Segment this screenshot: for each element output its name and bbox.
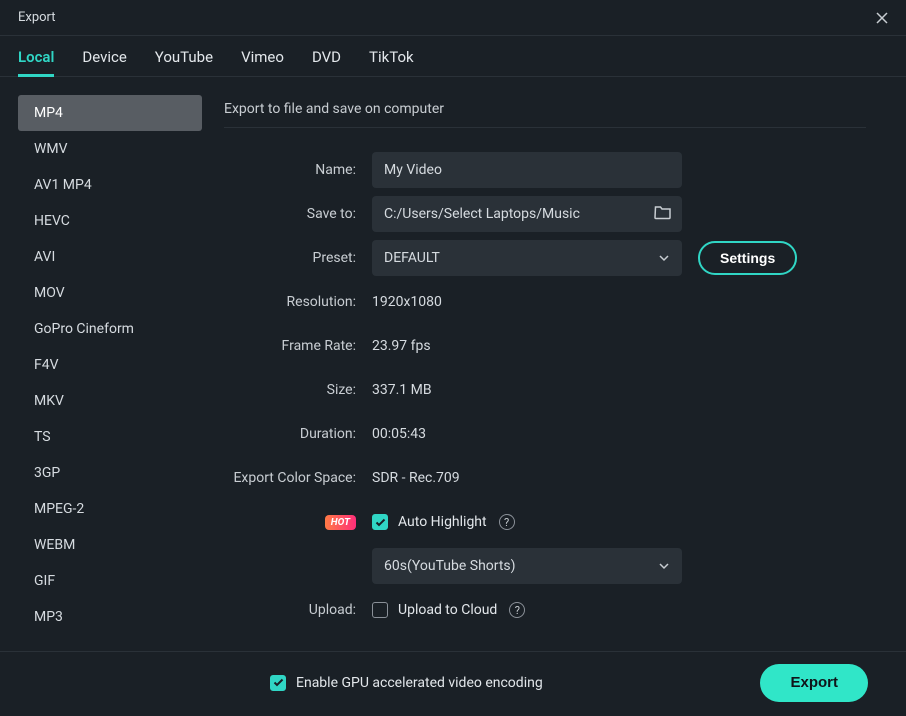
value-size: 337.1 MB bbox=[372, 382, 432, 398]
tab-tiktok[interactable]: TikTok bbox=[369, 48, 414, 76]
settings-button[interactable]: Settings bbox=[698, 241, 797, 275]
tab-youtube[interactable]: YouTube bbox=[155, 48, 213, 76]
main-panel: Export to file and save on computer Name… bbox=[216, 77, 906, 651]
format-item-gif[interactable]: GIF bbox=[18, 563, 202, 599]
preset-select[interactable]: DEFAULT bbox=[372, 240, 682, 276]
format-item-mkv[interactable]: MKV bbox=[18, 383, 202, 419]
chevron-down-icon bbox=[658, 558, 670, 574]
label-save-to: Save to: bbox=[224, 206, 372, 222]
label-duration: Duration: bbox=[224, 426, 372, 442]
auto-highlight-checkbox[interactable] bbox=[372, 514, 388, 530]
format-item-ts[interactable]: TS bbox=[18, 419, 202, 455]
section-heading: Export to file and save on computer bbox=[224, 101, 866, 128]
highlight-preset-value: 60s(YouTube Shorts) bbox=[384, 558, 516, 574]
folder-icon[interactable] bbox=[654, 204, 672, 224]
tab-device[interactable]: Device bbox=[82, 48, 126, 76]
label-upload: Upload: bbox=[224, 602, 372, 618]
value-color-space: SDR - Rec.709 bbox=[372, 470, 460, 486]
footer: Enable GPU accelerated video encoding Ex… bbox=[0, 651, 906, 713]
label-name: Name: bbox=[224, 162, 372, 178]
format-item-hevc[interactable]: HEVC bbox=[18, 203, 202, 239]
format-sidebar: MP4 WMV AV1 MP4 HEVC AVI MOV GoPro Cinef… bbox=[0, 77, 216, 651]
name-input[interactable] bbox=[372, 152, 682, 188]
auto-highlight-label: Auto Highlight bbox=[398, 514, 487, 530]
value-frame-rate: 23.97 fps bbox=[372, 338, 431, 354]
tab-dvd[interactable]: DVD bbox=[312, 48, 341, 76]
tab-bar: Local Device YouTube Vimeo DVD TikTok bbox=[0, 36, 906, 77]
tab-vimeo[interactable]: Vimeo bbox=[241, 48, 284, 76]
label-color-space: Export Color Space: bbox=[224, 470, 372, 486]
format-item-wmv[interactable]: WMV bbox=[18, 131, 202, 167]
format-item-mpeg2[interactable]: MPEG-2 bbox=[18, 491, 202, 527]
value-resolution: 1920x1080 bbox=[372, 294, 442, 310]
highlight-preset-select[interactable]: 60s(YouTube Shorts) bbox=[372, 548, 682, 584]
format-item-mp4[interactable]: MP4 bbox=[18, 95, 202, 131]
export-button[interactable]: Export bbox=[760, 664, 868, 702]
label-size: Size: bbox=[224, 382, 372, 398]
help-icon[interactable]: ? bbox=[509, 602, 525, 618]
hot-badge: HOT bbox=[325, 515, 356, 530]
preset-value: DEFAULT bbox=[384, 250, 440, 266]
chevron-down-icon bbox=[658, 250, 670, 266]
format-item-webm[interactable]: WEBM bbox=[18, 527, 202, 563]
label-preset: Preset: bbox=[224, 250, 372, 266]
format-item-mp3[interactable]: MP3 bbox=[18, 599, 202, 635]
format-item-3gp[interactable]: 3GP bbox=[18, 455, 202, 491]
close-icon[interactable] bbox=[872, 8, 892, 28]
upload-checkbox[interactable] bbox=[372, 602, 388, 618]
gpu-checkbox[interactable] bbox=[270, 675, 286, 691]
format-item-av1mp4[interactable]: AV1 MP4 bbox=[18, 167, 202, 203]
help-icon[interactable]: ? bbox=[499, 514, 515, 530]
format-item-mov[interactable]: MOV bbox=[18, 275, 202, 311]
titlebar: Export bbox=[0, 0, 906, 36]
label-resolution: Resolution: bbox=[224, 294, 372, 310]
gpu-label: Enable GPU accelerated video encoding bbox=[296, 675, 543, 691]
window-title: Export bbox=[18, 10, 56, 25]
save-to-input[interactable] bbox=[372, 196, 682, 232]
label-frame-rate: Frame Rate: bbox=[224, 338, 372, 354]
format-item-gopro[interactable]: GoPro Cineform bbox=[18, 311, 202, 347]
format-item-f4v[interactable]: F4V bbox=[18, 347, 202, 383]
format-item-avi[interactable]: AVI bbox=[18, 239, 202, 275]
tab-local[interactable]: Local bbox=[18, 48, 54, 76]
upload-label: Upload to Cloud bbox=[398, 602, 497, 618]
value-duration: 00:05:43 bbox=[372, 426, 426, 442]
